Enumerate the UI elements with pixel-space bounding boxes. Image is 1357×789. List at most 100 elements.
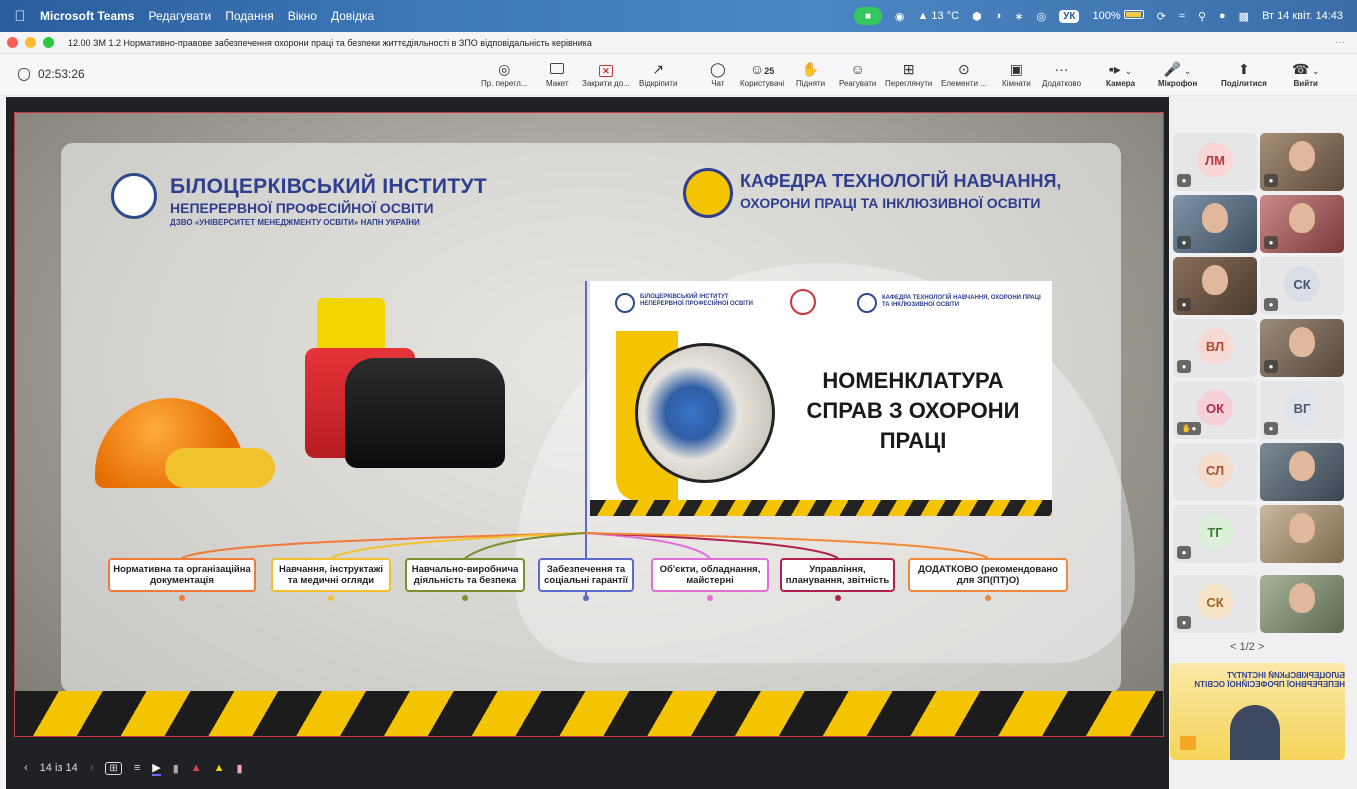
participant-tile[interactable]: ВЛ ● bbox=[1173, 319, 1257, 377]
category-dot bbox=[179, 595, 185, 601]
previous-slide-icon[interactable]: ‹ bbox=[24, 762, 28, 774]
presenter-self-view[interactable]: БІЛОЦЕРКІВСЬКИЙ ІНСТИТУТ НЕПЕРЕРВНОЇ ПРО… bbox=[1170, 663, 1345, 760]
close-window-button[interactable] bbox=[7, 37, 18, 48]
people-button[interactable]: ☺25 Користувачі bbox=[740, 59, 784, 88]
highlighter-icon[interactable]: ▲ bbox=[214, 762, 225, 774]
zoom-window-button[interactable] bbox=[43, 37, 54, 48]
menu-help[interactable]: Довідка bbox=[331, 9, 374, 23]
participant-tile[interactable]: СЛ bbox=[1173, 443, 1257, 501]
participant-video bbox=[1289, 583, 1315, 613]
shared-content-stage: БІЛОЦЕРКІВСЬКИЙ ІНСТИТУТ НЕПЕРЕРВНОЇ ПРО… bbox=[6, 97, 1169, 789]
menu-window[interactable]: Вікно bbox=[288, 9, 317, 23]
settings-sliders-icon[interactable]: ≡ bbox=[134, 762, 140, 774]
more-button[interactable]: ··· Додатково bbox=[1042, 59, 1081, 88]
camera-in-use-icon[interactable]: ■ bbox=[853, 7, 882, 25]
avatar: ОК bbox=[1197, 390, 1233, 426]
avatar: СЛ bbox=[1197, 452, 1233, 488]
control-center-icon[interactable]: ⟳ bbox=[1157, 10, 1166, 23]
app-name[interactable]: Microsoft Teams bbox=[40, 9, 134, 23]
presenter-view-button[interactable]: ◎ Пр. перегл... bbox=[481, 59, 527, 88]
participant-tile[interactable]: СК ● bbox=[1260, 257, 1344, 315]
participant-video-tile[interactable]: ● bbox=[1173, 257, 1257, 315]
category-social-guarantees: Забезпечення та соціальні гарантії bbox=[538, 558, 634, 592]
date-time[interactable]: Вт 14 квіт. 14:43 bbox=[1262, 10, 1343, 22]
participant-video-tile[interactable]: ● bbox=[1260, 195, 1344, 253]
presenter-video bbox=[1230, 705, 1280, 760]
minimize-window-button[interactable] bbox=[25, 37, 36, 48]
bluetooth-icon[interactable]: ∗ bbox=[1014, 10, 1023, 23]
participant-video-tile[interactable]: ● bbox=[1260, 319, 1344, 377]
vpn-icon[interactable]: ⬢ bbox=[972, 10, 982, 23]
people-icon: ☺25 bbox=[749, 61, 775, 77]
slide-controls: ‹ 14 із 14 › ⊞ ≡ ▶ ▮ ▲ ▲ ▮ bbox=[12, 752, 243, 784]
battery-status[interactable]: 100% bbox=[1092, 10, 1144, 22]
chat-button[interactable]: ◯ Чат bbox=[710, 59, 726, 88]
chat-icon: ◯ bbox=[710, 61, 726, 77]
apps-button[interactable]: ⊙ Елементи ... bbox=[941, 59, 987, 88]
screen-share-status-icon[interactable]: ◉ bbox=[895, 10, 905, 23]
raise-hand-button[interactable]: ✋ Підняти bbox=[796, 59, 825, 88]
rooms-button[interactable]: ▣ Кімнати bbox=[1002, 59, 1031, 88]
participant-tile[interactable]: СК ● bbox=[1173, 575, 1257, 633]
notification-icon[interactable]: ● bbox=[1219, 10, 1226, 22]
participant-video-tile[interactable]: ● bbox=[1260, 133, 1344, 191]
participant-video-tile[interactable] bbox=[1260, 575, 1344, 633]
chevron-left-icon[interactable]: < bbox=[1230, 641, 1236, 653]
meeting-title: 12.00 ЗМ 1.2 Нормативно-правове забезпеч… bbox=[68, 37, 592, 48]
participant-tile[interactable]: ОК ✋● bbox=[1173, 381, 1257, 439]
chevron-right-icon[interactable]: > bbox=[1258, 641, 1264, 653]
wifi-icon[interactable]: ≈ bbox=[1179, 10, 1185, 22]
weather-icon[interactable]: ▲ 13 °C bbox=[917, 10, 959, 22]
layout-button[interactable]: Макет bbox=[546, 59, 569, 88]
layout-icon bbox=[550, 59, 565, 79]
camera-button[interactable]: ▪▸ ⌄ Камера bbox=[1106, 59, 1135, 88]
participant-video-tile[interactable] bbox=[1260, 443, 1344, 501]
mic-muted-icon: ● bbox=[1177, 298, 1191, 311]
mic-muted-icon: ● bbox=[1177, 546, 1191, 559]
chevron-down-icon[interactable]: ⌄ bbox=[1125, 66, 1133, 76]
participant-video-tile[interactable] bbox=[1260, 505, 1344, 563]
mic-button[interactable]: 🎤 ⌄ Мікрофон bbox=[1158, 59, 1197, 88]
siri-icon[interactable]: ▩ bbox=[1239, 10, 1249, 23]
mic-muted-icon: ● bbox=[1177, 360, 1191, 373]
participant-video-tile[interactable]: ● bbox=[1173, 195, 1257, 253]
pen-icon[interactable]: ▮ bbox=[173, 762, 179, 775]
inner-department-name: КАФЕДРА ТЕХНОЛОГІЙ НАВЧАННЯ, ОХОРОНИ ПРА… bbox=[882, 295, 1041, 308]
view-button[interactable]: ⊞ Переглянути bbox=[885, 59, 932, 88]
category-dot bbox=[328, 595, 334, 601]
more-options-icon[interactable]: ··· bbox=[1335, 37, 1345, 48]
grid-view-icon[interactable]: ⊞ bbox=[105, 761, 122, 775]
pop-out-button[interactable]: ↗ Відкріпити bbox=[639, 59, 677, 88]
category-production-safety: Навчально-виробнича діяльність та безпек… bbox=[405, 558, 525, 592]
helmet-photo bbox=[635, 343, 775, 483]
share-button[interactable]: ⬆ Поділитися bbox=[1221, 59, 1267, 88]
clock-status-icon[interactable]: ◎ bbox=[1037, 10, 1047, 23]
menu-edit[interactable]: Редагувати bbox=[148, 9, 211, 23]
chevron-down-icon[interactable]: ⌄ bbox=[1181, 66, 1192, 76]
spotlight-icon[interactable]: ⚲ bbox=[1198, 10, 1206, 23]
viber-icon[interactable]: ◑ bbox=[995, 10, 1002, 22]
category-dot bbox=[985, 595, 991, 601]
eraser-icon[interactable]: ▮ bbox=[237, 762, 243, 775]
next-slide-icon[interactable]: › bbox=[90, 762, 94, 774]
category-additional: ДОДАТКОВО (рекомендовано для ЗП(ПТ)О) bbox=[908, 558, 1068, 592]
laser-pointer-icon[interactable]: ▶ bbox=[152, 761, 161, 776]
title-slide-card: БІЛОЦЕРКІВСЬКИЙ ІНСТИТУТ НЕПЕРЕРВНОЇ ПРО… bbox=[590, 281, 1052, 516]
red-pen-icon[interactable]: ▲ bbox=[191, 762, 202, 774]
menu-view[interactable]: Подання bbox=[225, 9, 273, 23]
participant-tile[interactable]: ВГ ● bbox=[1260, 381, 1344, 439]
participant-tile[interactable]: ЛМ ● bbox=[1173, 133, 1257, 191]
leave-button[interactable]: ☎ ⌄ Вийти bbox=[1292, 59, 1320, 88]
inner-department-logo bbox=[857, 293, 877, 313]
react-button[interactable]: ☺ Реагувати bbox=[839, 59, 876, 88]
participant-tile[interactable]: ТГ ● bbox=[1173, 505, 1257, 563]
hazard-stripe bbox=[590, 500, 1052, 516]
mic-muted-icon: ● bbox=[1264, 298, 1278, 311]
category-facilities: Об'єкти, обладнання, майстерні bbox=[651, 558, 769, 592]
stop-sharing-button[interactable]: ✕ Закрити до... bbox=[582, 59, 630, 88]
chevron-down-icon[interactable]: ⌄ bbox=[1309, 66, 1320, 76]
apple-icon[interactable]:  bbox=[0, 8, 40, 25]
input-language[interactable]: УК bbox=[1059, 9, 1080, 23]
presentation-slide: БІЛОЦЕРКІВСЬКИЙ ІНСТИТУТ НЕПЕРЕРВНОЇ ПРО… bbox=[14, 112, 1164, 737]
avatar: ВГ bbox=[1284, 390, 1320, 426]
